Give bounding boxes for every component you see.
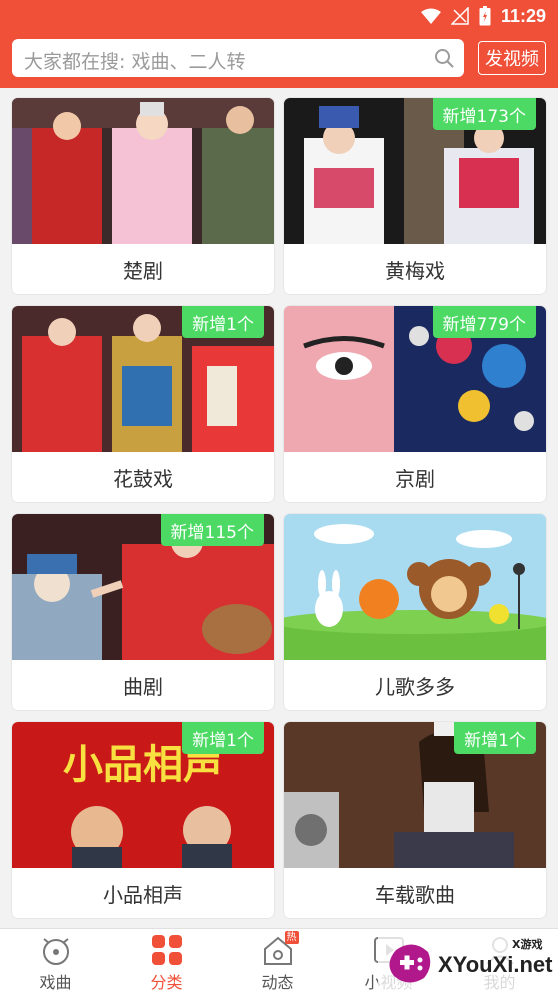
watermark-text: XYouXi.net: [438, 952, 553, 977]
status-icons: 11:29: [420, 4, 546, 28]
category-thumbnail: [12, 98, 274, 244]
nav-item-dongtai[interactable]: 热 动态: [222, 929, 333, 992]
new-count-badge: 新增1个: [182, 306, 264, 338]
category-title: 京剧: [395, 466, 435, 491]
search-input[interactable]: 大家都在搜: 戏曲、二人转: [12, 39, 464, 77]
new-count-badge: 新增173个: [432, 98, 536, 130]
category-thumbnail: 新增1个: [12, 306, 274, 452]
category-title: 车载歌曲: [375, 882, 455, 907]
no-signal-icon: [450, 7, 469, 25]
status-bar: 11:29: [0, 0, 558, 32]
category-card-chuju[interactable]: 楚剧: [12, 98, 274, 294]
new-count-badge: 新增779个: [432, 306, 536, 338]
category-title: 楚剧: [123, 258, 163, 283]
category-card-jingju[interactable]: 新增779个 京剧: [284, 306, 546, 502]
category-thumbnail: 新增115个: [12, 514, 274, 660]
wifi-icon: [420, 8, 441, 24]
hot-badge: 热: [284, 931, 299, 944]
category-card-quju[interactable]: 新增115个 曲剧: [12, 514, 274, 710]
category-thumbnail: 新增1个: [284, 722, 546, 868]
category-card-huangmeixi[interactable]: 新增173个 黄梅戏: [284, 98, 546, 294]
category-thumbnail: [284, 514, 546, 660]
nav-item-fenlei[interactable]: 分类: [111, 929, 222, 992]
battery-icon: [479, 6, 491, 26]
alarm-clock-icon: [39, 933, 73, 967]
category-title: 花鼓戏: [113, 466, 173, 491]
category-grid: 楚剧 新增173个 黄梅戏 新增1个 花鼓戏 新增779个 京剧 新增115个 …: [0, 88, 558, 928]
search-placeholder: 大家都在搜: 戏曲、二人转: [24, 51, 246, 73]
category-title: 黄梅戏: [385, 258, 445, 283]
new-count-badge: 新增1个: [454, 722, 536, 754]
search-icon[interactable]: [434, 48, 454, 68]
category-card-chezaigequ[interactable]: 新增1个 车载歌曲: [284, 722, 546, 918]
new-count-badge: 新增1个: [182, 722, 264, 754]
nav-label: 分类: [150, 973, 183, 992]
new-count-badge: 新增115个: [160, 514, 264, 546]
category-title: 小品相声: [103, 882, 183, 907]
nav-label: 动态: [261, 973, 294, 992]
post-video-button[interactable]: 发视频: [478, 41, 546, 75]
watermark-sub: X游戏: [512, 938, 543, 951]
home-icon: 热: [261, 931, 299, 967]
category-card-huaguxi[interactable]: 新增1个 花鼓戏: [12, 306, 274, 502]
category-title: 曲剧: [123, 674, 163, 699]
grid-icon: [150, 933, 184, 967]
watermark: X游戏 XYouXi.net: [378, 930, 558, 992]
category-card-xiaopinxiangsheng[interactable]: 小品相声 新增1个 小品相声: [12, 722, 274, 918]
category-title: 儿歌多多: [375, 674, 455, 699]
search-header: 大家都在搜: 戏曲、二人转 发视频: [0, 32, 558, 88]
category-thumbnail: 小品相声 新增1个: [12, 722, 274, 868]
category-thumbnail: 新增779个: [284, 306, 546, 452]
nav-item-xiqu[interactable]: 戏曲: [0, 929, 111, 992]
status-time: 11:29: [500, 5, 546, 26]
category-card-ergeduoduo[interactable]: 儿歌多多: [284, 514, 546, 710]
category-thumbnail: 新增173个: [284, 98, 546, 244]
nav-label: 戏曲: [39, 973, 72, 992]
